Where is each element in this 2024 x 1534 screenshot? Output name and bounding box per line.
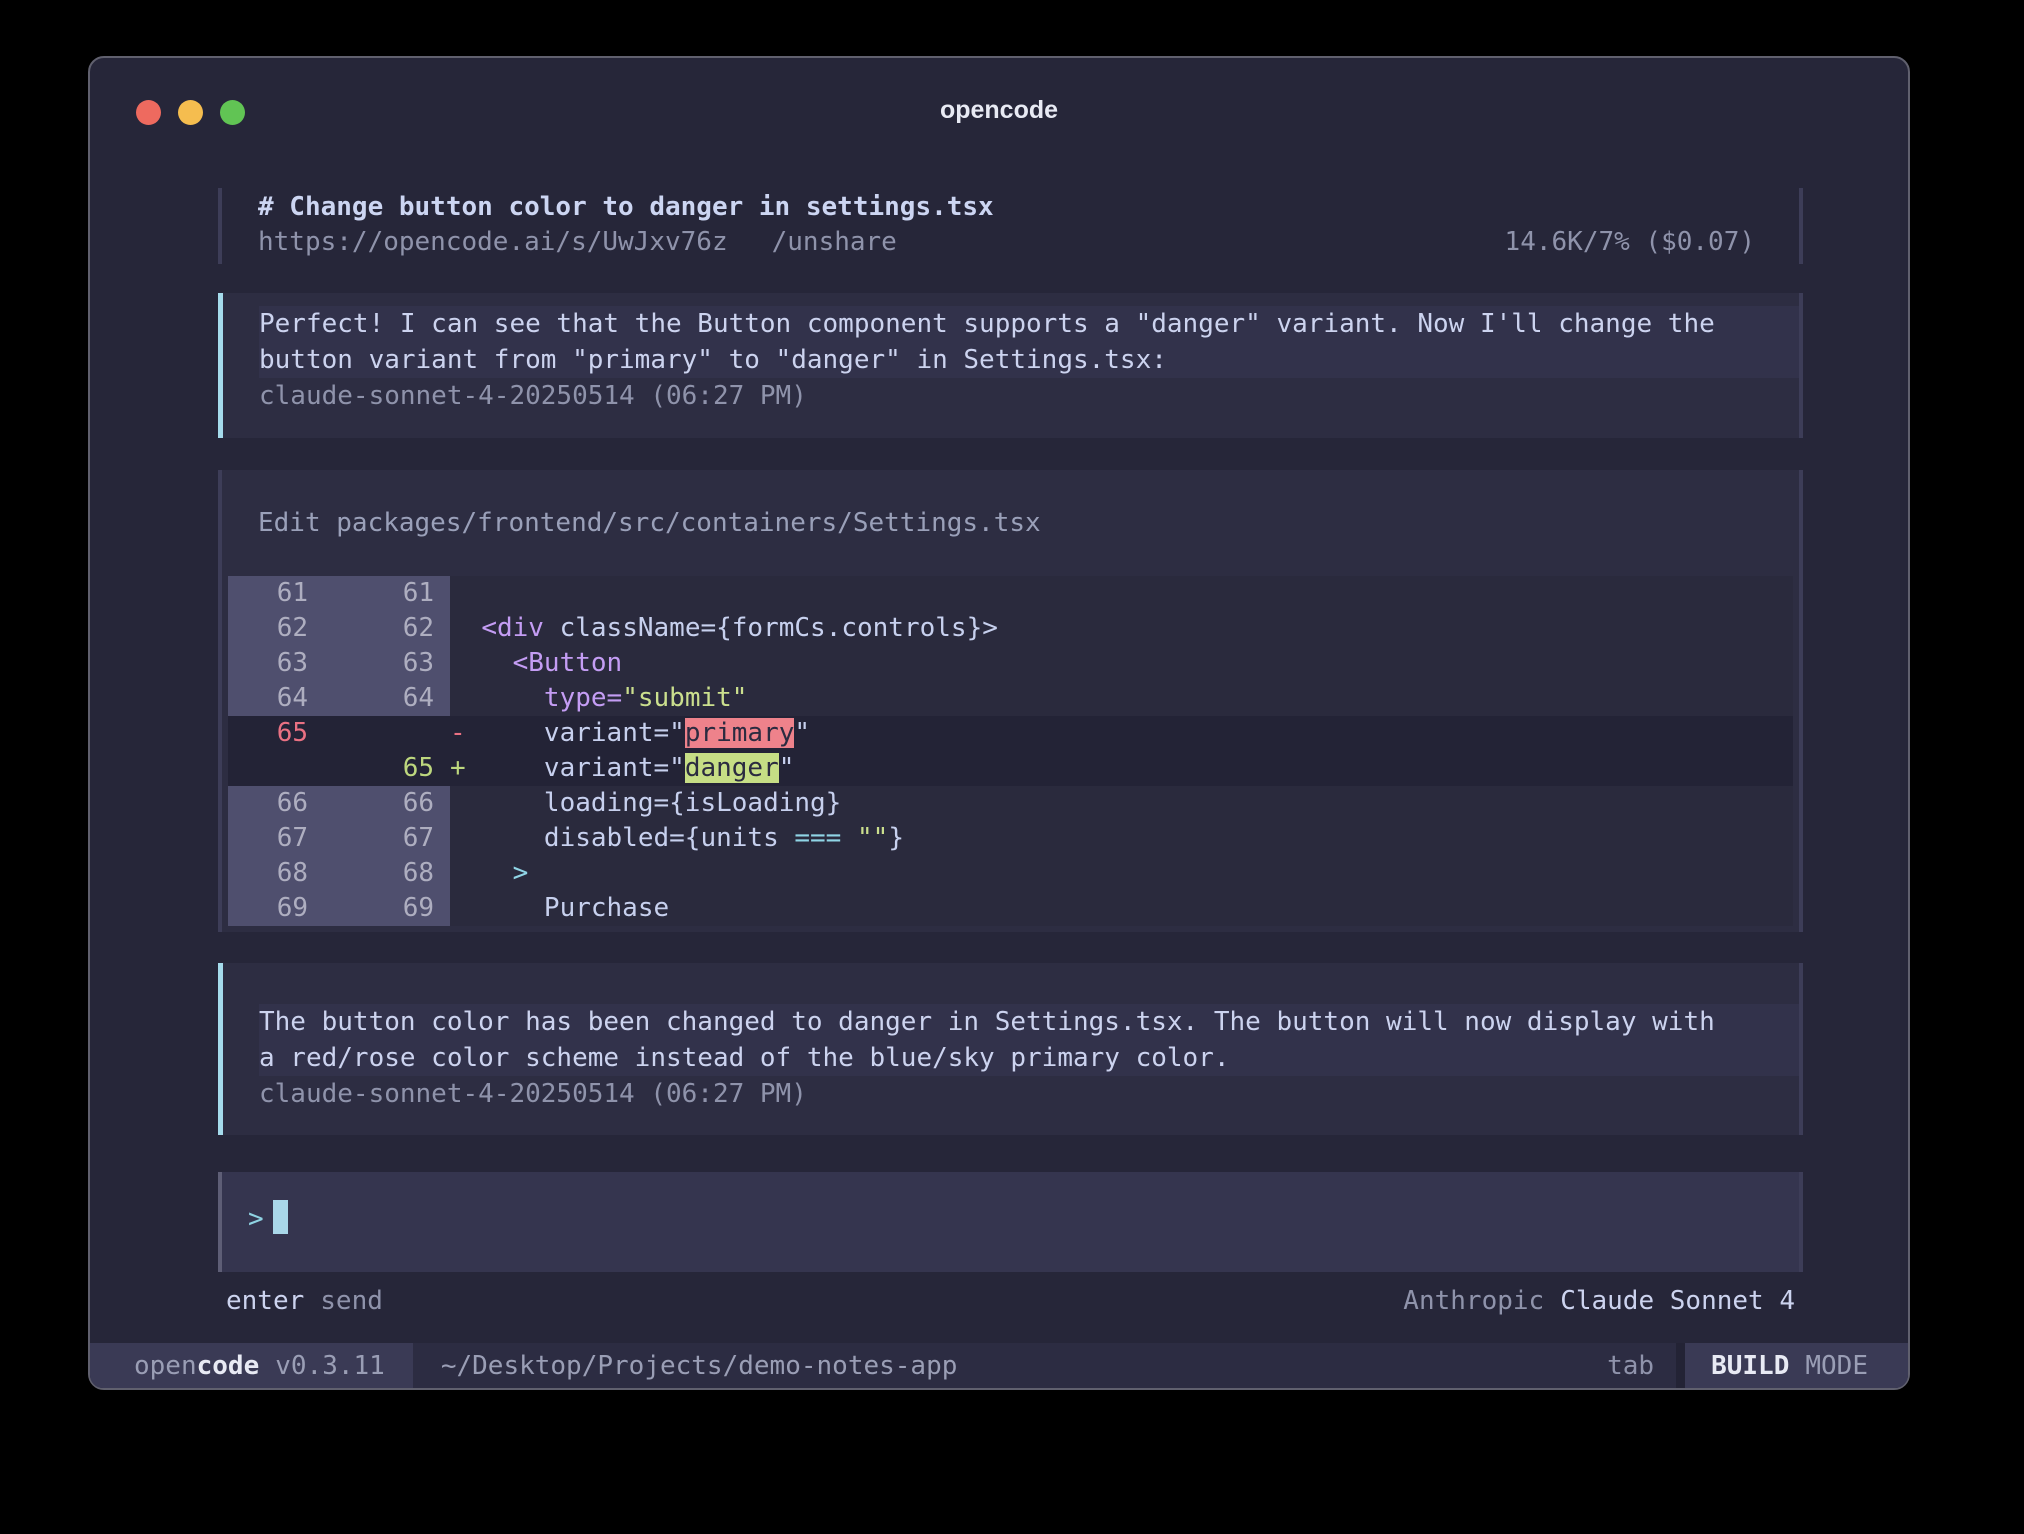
hint-enter-key: enter: [226, 1286, 304, 1316]
unshare-command: /unshare: [772, 227, 897, 257]
message-line: a red/rose color scheme instead of the b…: [259, 1040, 1799, 1076]
diff-new-lineno: 66: [320, 786, 450, 821]
status-bar-divider: [1676, 1343, 1685, 1388]
message-line: button variant from "primary" to "danger…: [259, 342, 1799, 378]
diff-old-lineno: 67: [228, 821, 320, 856]
diff-row: 6868 >: [228, 856, 1793, 891]
diff-code-line: type="submit": [450, 681, 1793, 716]
tab-hint: tab: [1607, 1343, 1654, 1388]
diff-new-lineno: 63: [320, 646, 450, 681]
app-version: v0.3.11: [275, 1351, 385, 1381]
session-title: # Change button color to danger in setti…: [258, 190, 1799, 225]
diff-new-lineno: 64: [320, 681, 450, 716]
diff-new-lineno: 61: [320, 576, 450, 611]
diff-row: 65 - variant="primary": [228, 716, 1793, 751]
mode-build-label: BUILD: [1711, 1351, 1789, 1381]
hint-send-label: send: [320, 1286, 383, 1316]
diff-old-lineno: 68: [228, 856, 320, 891]
message-paragraph: The button color has been changed to dan…: [259, 1004, 1799, 1076]
text-cursor: [273, 1200, 288, 1234]
diff-old-lineno: 62: [228, 611, 320, 646]
app-name-open: open: [134, 1351, 197, 1381]
assistant-message-1: Perfect! I can see that the Button compo…: [218, 293, 1803, 438]
diff-old-lineno: 63: [228, 646, 320, 681]
diff-row: 6262 <div className={formCs.controls}>: [228, 611, 1793, 646]
diff-code-line: >: [450, 856, 1793, 891]
diff-code-line: <Button: [450, 646, 1793, 681]
window-title: opencode: [90, 96, 1908, 125]
build-mode-badge: BUILD MODE: [1685, 1343, 1908, 1388]
diff-new-lineno: 62: [320, 611, 450, 646]
diff-view: 61616262 <div className={formCs.controls…: [228, 576, 1793, 926]
diff-row: 6767 disabled={units === ""}: [228, 821, 1793, 856]
diff-row: 6969 Purchase: [228, 891, 1793, 926]
diff-row: 6464 type="submit": [228, 681, 1793, 716]
diff-row: 6363 <Button: [228, 646, 1793, 681]
diff-old-lineno: [228, 751, 320, 786]
diff-code-line: Purchase: [450, 891, 1793, 926]
opencode-window: opencode # Change button color to danger…: [88, 56, 1910, 1390]
message-line: The button color has been changed to dan…: [259, 1004, 1799, 1040]
diff-old-lineno: 65: [228, 716, 320, 751]
diff-new-lineno: 69: [320, 891, 450, 926]
message-paragraph: Perfect! I can see that the Button compo…: [259, 306, 1799, 378]
message-meta: claude-sonnet-4-20250514 (06:27 PM): [259, 1076, 1799, 1112]
diff-old-lineno: 61: [228, 576, 320, 611]
share-header: # Change button color to danger in setti…: [218, 188, 1803, 264]
diff-row: 65+ variant="danger": [228, 751, 1793, 786]
cwd-path: ~/Desktop/Projects/demo-notes-app: [441, 1343, 958, 1388]
diff-old-lineno: 66: [228, 786, 320, 821]
diff-new-lineno: 65: [320, 751, 450, 786]
diff-code-line: + variant="danger": [450, 751, 1793, 786]
diff-code-line: <div className={formCs.controls}>: [450, 611, 1793, 646]
mode-mode-label: MODE: [1805, 1351, 1868, 1381]
diff-row: 6161: [228, 576, 1793, 611]
diff-code-line: loading={isLoading}: [450, 786, 1793, 821]
share-url: https://opencode.ai/s/UwJxv76z: [258, 227, 728, 257]
diff-code-line: [450, 576, 1793, 611]
diff-new-lineno: 68: [320, 856, 450, 891]
app-name-code: code: [197, 1351, 260, 1381]
edit-tool-card: Edit packages/frontend/src/containers/Se…: [218, 470, 1803, 932]
diff-row: 6666 loading={isLoading}: [228, 786, 1793, 821]
diff-code-line: disabled={units === ""}: [450, 821, 1793, 856]
share-url-group: https://opencode.ai/s/UwJxv76z/unshare: [258, 225, 897, 260]
edit-tool-title: Edit packages/frontend/src/containers/Se…: [258, 506, 1799, 540]
diff-new-lineno: 67: [320, 821, 450, 856]
message-line: Perfect! I can see that the Button compo…: [259, 306, 1799, 342]
context-stats: 14.6K/7% ($0.07): [1505, 225, 1755, 260]
diff-code-line: - variant="primary": [450, 716, 1793, 751]
diff-old-lineno: 69: [228, 891, 320, 926]
model-name: Claude Sonnet 4: [1560, 1286, 1795, 1316]
hints-row: enter send Anthropic Claude Sonnet 4: [218, 1283, 1803, 1319]
prompt-caret: >: [248, 1204, 264, 1234]
assistant-message-2: The button color has been changed to dan…: [218, 963, 1803, 1135]
model-provider: Anthropic: [1403, 1286, 1544, 1316]
diff-old-lineno: 64: [228, 681, 320, 716]
status-bar: opencode v0.3.11 ~/Desktop/Projects/demo-…: [90, 1343, 1908, 1388]
app-version-segment: opencode v0.3.11: [90, 1343, 413, 1388]
diff-new-lineno: [320, 716, 450, 751]
message-meta: claude-sonnet-4-20250514 (06:27 PM): [259, 378, 1799, 414]
prompt-input[interactable]: >: [218, 1172, 1803, 1272]
